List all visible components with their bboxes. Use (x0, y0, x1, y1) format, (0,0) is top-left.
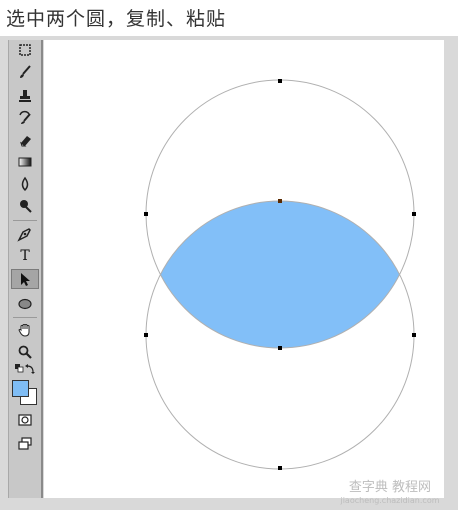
watermark-url: jiaocheng.chazidian.com (340, 496, 440, 505)
toolbar-divider (13, 317, 37, 318)
toolbar-divider (13, 220, 37, 221)
clone-stamp-tool[interactable] (11, 86, 39, 106)
screen-mode-button[interactable] (11, 434, 39, 454)
gradient-tool[interactable] (11, 152, 39, 172)
crop-icon (19, 44, 31, 56)
history-brush-tool[interactable] (11, 108, 39, 128)
pen-tool[interactable] (11, 224, 39, 244)
watermark-title: 查字典 教程网 (348, 480, 432, 495)
circles-intersection (146, 201, 414, 348)
anchor-point (412, 212, 416, 216)
path-selection-tool[interactable] (11, 269, 39, 289)
eraser-tool[interactable] (11, 130, 39, 150)
foreground-color-swatch[interactable] (12, 380, 29, 397)
hand-tool[interactable] (11, 320, 39, 340)
anchor-point (278, 346, 282, 350)
zoom-icon (18, 345, 32, 359)
caption-text: 选中两个圆，复制、粘贴 (6, 8, 227, 30)
clone-stamp-icon (19, 90, 31, 102)
anchor-point (278, 79, 282, 83)
anchor-point (144, 212, 148, 216)
brush-icon (20, 65, 31, 78)
anchor-point (278, 466, 282, 470)
quick-mask-button[interactable] (11, 410, 39, 430)
tools-panel: T (8, 40, 43, 498)
quick-mask-icon (18, 414, 32, 426)
pen-icon (17, 228, 31, 242)
dodge-tool[interactable] (11, 196, 39, 216)
watermark: 查字典 教程网 jiaocheng.chazidian.com (325, 480, 455, 508)
zoom-tool[interactable] (11, 342, 39, 362)
screen-mode-icon (18, 437, 32, 450)
hand-icon (18, 324, 30, 337)
anchor-point (412, 333, 416, 337)
blur-icon (21, 176, 29, 192)
default-colors-icon (15, 364, 24, 373)
canvas-artwork (144, 79, 416, 470)
anchor-point (278, 199, 282, 203)
type-icon: T (20, 248, 30, 264)
anchor-point (144, 333, 148, 337)
crop-tool[interactable] (11, 40, 39, 60)
history-brush-icon (19, 110, 31, 124)
type-tool[interactable]: T (11, 246, 39, 266)
dodge-icon (20, 200, 32, 213)
swap-colors-icon (25, 364, 35, 374)
ellipse-tool[interactable] (11, 294, 39, 314)
document-canvas[interactable] (44, 40, 444, 498)
gradient-icon (18, 157, 32, 167)
brush-tool[interactable] (11, 62, 39, 82)
blur-tool[interactable] (11, 174, 39, 194)
ellipse-shape-icon (18, 298, 32, 310)
eraser-icon (20, 136, 31, 147)
path-selection-icon (21, 273, 30, 286)
color-controls (11, 362, 39, 376)
